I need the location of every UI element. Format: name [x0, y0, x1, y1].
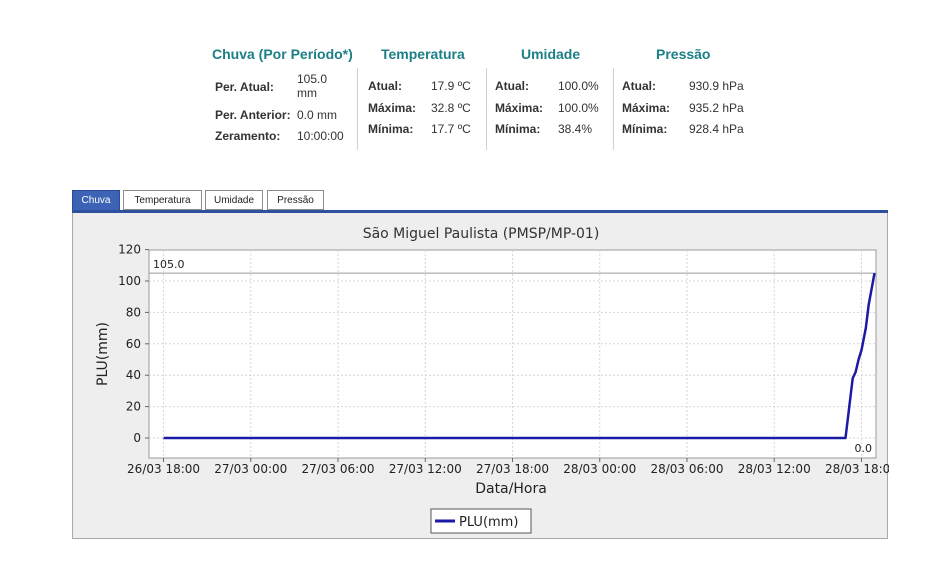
y-tick-label: 100: [118, 274, 141, 288]
stats-value: 105.0 mm: [297, 72, 328, 100]
stats-label: Mínima:: [495, 122, 541, 136]
tab-pressao[interactable]: Pressão: [267, 190, 324, 210]
stats-value: 0.0 mm: [297, 108, 338, 122]
legend-label: PLU(mm): [459, 515, 518, 530]
stats-label: Per. Anterior:: [215, 108, 291, 122]
y-tick-label: 60: [126, 337, 141, 351]
x-tick-label: 28/03 18:00: [825, 462, 889, 476]
stats-label: Atual:: [622, 79, 656, 93]
stats-label: Máxima:: [622, 101, 671, 115]
x-tick-label: 27/03 12:00: [389, 462, 462, 476]
stats-temperatura: Temperatura Atual: 17.9 ºC Máxima: 32.8 …: [362, 40, 487, 150]
stats-label: Atual:: [368, 79, 402, 93]
stats-panel: Chuva (Por Período*) Per. Atual: 105.0 m…: [207, 40, 747, 152]
stats-value: 32.8 ºC: [431, 101, 471, 115]
tab-umidade[interactable]: Umidade: [205, 190, 263, 210]
x-tick-label: 27/03 00:00: [214, 462, 287, 476]
stats-temperatura-title: Temperatura: [381, 46, 465, 62]
stats-value: 100.0%: [558, 101, 599, 115]
x-axis: 26/03 18:00 27/03 00:00 27/03 06:00 27/03 1…: [127, 458, 898, 476]
x-tick-label: 28/03 00:00: [563, 462, 636, 476]
stats-value: 38.4%: [558, 122, 593, 136]
x-tick-label: 27/03 06:00: [302, 462, 375, 476]
stats-label: Per. Atual:: [215, 80, 274, 94]
stats-umidade: Umidade Atual: 100.0% Máxima: 100.0% Mín…: [490, 40, 612, 150]
x-tick-label: 27/03 18:00: [476, 462, 549, 476]
tab-temperatura[interactable]: Temperatura: [123, 190, 202, 210]
tab-chuva[interactable]: Chuva: [72, 190, 120, 212]
stats-value: 17.9 ºC: [431, 79, 471, 93]
stats-label: Máxima:: [368, 101, 417, 115]
chart-title: São Miguel Paulista (PMSP/MP-01): [363, 226, 600, 242]
stats-umidade-title: Umidade: [521, 46, 581, 62]
stats-chuva: Chuva (Por Período*) Per. Atual: 105.0 m…: [207, 40, 357, 150]
x-axis-label: Data/Hora: [475, 481, 547, 497]
y-axis: 0 20 40 60 80 100 120: [118, 243, 149, 445]
stats-label: Zeramento:: [215, 129, 281, 143]
chart-panel: São Miguel Paulista (PMSP/MP-01) 0 20 40 60…: [72, 213, 898, 539]
divider: [357, 68, 358, 150]
stats-pressao: Pressão Atual: 930.9 hPa Máxima: 935.2 h…: [617, 40, 752, 150]
max-label: 105.0: [153, 258, 185, 271]
y-tick-label: 120: [118, 243, 141, 257]
stats-value: 935.2 hPa: [689, 101, 744, 115]
stats-label: Máxima:: [495, 101, 544, 115]
y-tick-label: 20: [126, 400, 141, 414]
rain-chart: São Miguel Paulista (PMSP/MP-01) 0 20 40 60…: [95, 226, 898, 534]
divider: [486, 68, 487, 150]
y-tick-label: 80: [126, 305, 141, 319]
stats-value: 100.0%: [558, 79, 599, 93]
x-tick-label: 28/03 06:00: [650, 462, 723, 476]
x-tick-label: 28/03 12:00: [738, 462, 811, 476]
min-label: 0.0: [855, 442, 873, 455]
y-tick-label: 0: [133, 431, 141, 445]
stats-value: 10:00:00: [297, 129, 344, 143]
stats-label: Mínima:: [368, 122, 414, 136]
y-tick-label: 40: [126, 368, 141, 382]
stats-value: 17.7 ºC: [431, 122, 471, 136]
stats-label: Atual:: [495, 79, 529, 93]
legend: PLU(mm): [430, 508, 532, 534]
stats-value: 928.4 hPa: [689, 122, 744, 136]
y-axis-label: PLU(mm): [95, 322, 111, 386]
stats-chuva-title: Chuva (Por Período*): [212, 46, 353, 62]
x-tick-label: 26/03 18:00: [127, 462, 200, 476]
stats-label: Mínima:: [622, 122, 668, 136]
stats-pressao-title: Pressão: [656, 46, 711, 62]
divider: [613, 68, 614, 150]
stats-value: 930.9 hPa: [689, 79, 744, 93]
